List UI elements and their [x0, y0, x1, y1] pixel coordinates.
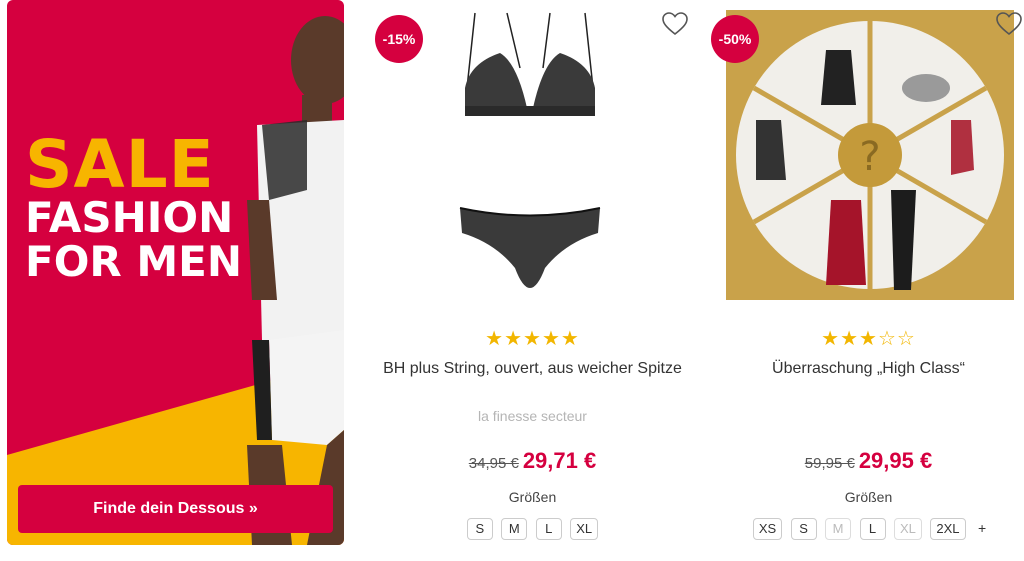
size-option[interactable]: XS [752, 518, 783, 540]
product-image [459, 12, 601, 288]
sizes-label: Größen [844, 489, 893, 505]
old-price: 34,95 € [468, 455, 519, 472]
product-image: ? [726, 10, 1014, 300]
product-brand: la finesse secteur [478, 408, 587, 424]
promo-sale-text: SALE [25, 126, 215, 203]
size-options: S M L XL [370, 518, 695, 540]
more-sizes-button[interactable]: + [978, 520, 986, 536]
discount-badge: -15% [375, 15, 423, 63]
product-title[interactable]: BH plus String, ouvert, aus weicher Spit… [380, 356, 685, 381]
sale-price: 29,95 € [858, 448, 933, 473]
find-lingerie-button[interactable]: Finde dein Dessous » [18, 485, 333, 533]
promo-fashion-text: FASHION [25, 193, 234, 242]
price-row: 59,95 €29,95 € [706, 448, 1024, 474]
size-option-unavailable: M [825, 518, 852, 540]
size-option[interactable]: XL [570, 518, 599, 540]
size-option-unavailable: XL [894, 518, 922, 540]
size-options: XS S M L XL 2XL + [706, 518, 1024, 540]
size-option[interactable]: L [859, 518, 886, 540]
product-title[interactable]: Überraschung „High Class“ [716, 356, 1021, 381]
product-card[interactable]: ? -50% ★★★☆☆ Überraschung „High Class“ 5… [706, 0, 1024, 561]
promo-banner[interactable]: SALE FASHION FOR MEN Finde dein Dessous … [7, 0, 344, 545]
old-price: 59,95 € [804, 455, 855, 472]
product-card[interactable]: -15% ★★★★★ BH plus String, ouvert, aus w… [370, 0, 695, 561]
size-option[interactable]: L [535, 518, 562, 540]
svg-text:?: ? [859, 134, 880, 180]
size-option[interactable]: S [790, 518, 817, 540]
sizes-label: Größen [508, 489, 557, 505]
discount-badge: -50% [711, 15, 759, 63]
size-option[interactable]: 2XL [930, 518, 966, 540]
wishlist-heart-icon[interactable] [996, 12, 1022, 36]
wishlist-heart-icon[interactable] [662, 12, 688, 36]
price-row: 34,95 €29,71 € [370, 448, 695, 474]
promo-for-men-text: FOR MEN [25, 237, 242, 286]
rating-stars: ★★★★★ [485, 328, 580, 350]
rating-stars: ★★★☆☆ [821, 328, 916, 350]
size-option[interactable]: M [501, 518, 528, 540]
sale-price: 29,71 € [522, 448, 597, 473]
size-option[interactable]: S [466, 518, 493, 540]
